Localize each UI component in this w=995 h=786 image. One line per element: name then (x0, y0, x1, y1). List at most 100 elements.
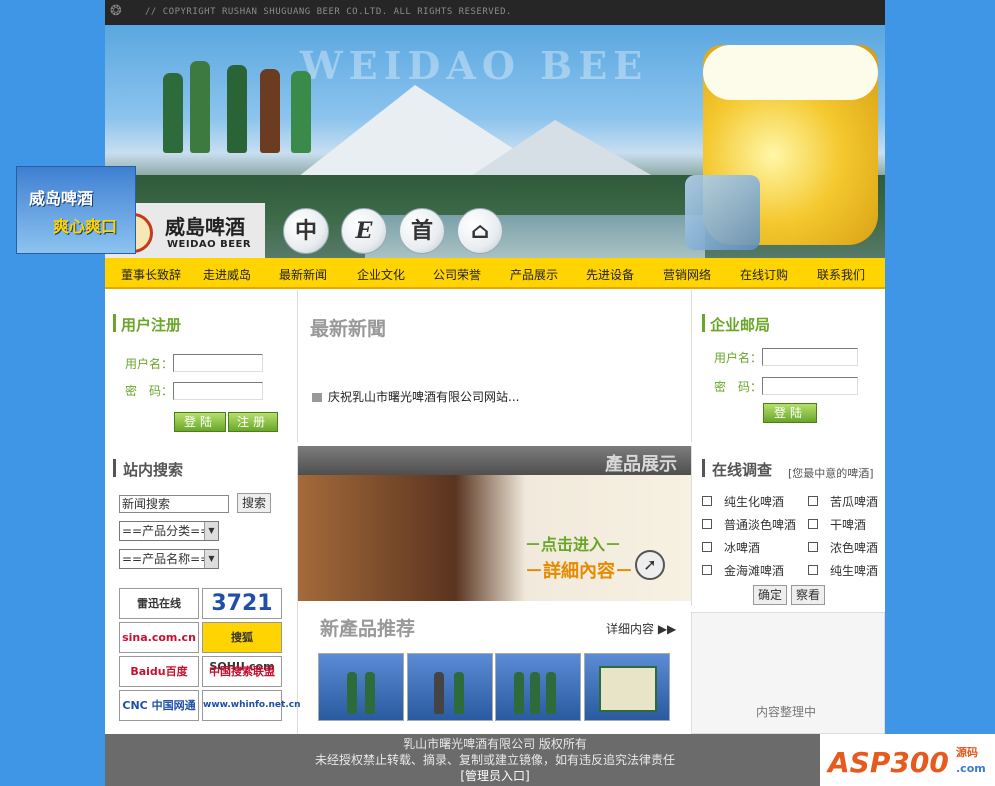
home-button[interactable]: 首 (399, 208, 445, 254)
bottle-image (514, 672, 524, 714)
speaker-icon (312, 393, 322, 402)
product-promo-image[interactable]: －点击进入－ －詳細內容－ ➚ (298, 475, 691, 601)
category-select-value: ==产品分类== (122, 524, 211, 538)
bottle-image (530, 672, 540, 714)
search-button[interactable]: 搜索 (237, 493, 271, 513)
survey-view-button[interactable]: 察看 (791, 585, 825, 605)
mail-password-input[interactable] (762, 377, 858, 395)
promo-cta-line1: －点击进入－ (525, 535, 622, 554)
banner-watermark: WEIDAO BEE (300, 43, 649, 88)
register-title: 用户注册 (121, 316, 182, 334)
brand-name-cn: 威島啤酒 (165, 215, 245, 239)
english-version-button[interactable]: E (341, 208, 387, 254)
product-name-select[interactable]: ==产品名称== ▼ (119, 549, 219, 569)
link-sina[interactable]: sina.com.cn (119, 622, 199, 653)
more-details-link[interactable]: 详细内容 ▶▶ (606, 620, 676, 637)
beer-case-image (599, 666, 657, 712)
arrow-right-icon[interactable]: ➚ (635, 550, 665, 580)
mail-username-input[interactable] (762, 348, 858, 366)
copyright-text: // COPYRIGHT RUSHAN SHUGUANG BEER CO.LTD… (145, 7, 512, 17)
link-leixun[interactable]: 雷迅在线 (119, 588, 199, 619)
chinese-version-button[interactable]: 中 (283, 208, 329, 254)
nav-honors[interactable]: 公司荣誉 (433, 266, 481, 283)
product-showcase[interactable]: 產品展示 －点击进入－ －詳細內容－ ➚ (298, 446, 691, 604)
title-accent (702, 459, 705, 477)
product-thumbnail[interactable] (318, 653, 404, 721)
watermark-main: ASP300 (828, 746, 949, 779)
mail-username-label: 用户名： (714, 351, 763, 365)
survey-checkbox[interactable] (808, 519, 818, 529)
register-panel: 用户注册 用户名： 密 码： 登陆 注册 (105, 290, 298, 442)
promo-cta-line2: －詳細內容－ (525, 561, 633, 582)
footer-copyright: 乳山市曙光啤酒有限公司 版权所有 (403, 737, 587, 751)
title-accent (113, 459, 116, 477)
brand-name-en: WEIDAO BEER (167, 239, 252, 250)
survey-option: 金海滩啤酒 (724, 564, 785, 578)
watermark-sub2: .com (956, 762, 986, 775)
product-showcase-header: 產品展示 (298, 446, 691, 475)
nav-news[interactable]: 最新新闻 (279, 266, 327, 283)
register-button[interactable]: 注册 (228, 412, 278, 432)
survey-confirm-button[interactable]: 确定 (753, 585, 787, 605)
category-select[interactable]: ==产品分类== ▼ (119, 521, 219, 541)
survey-checkbox[interactable] (702, 496, 712, 506)
survey-option: 纯生啤酒 (830, 564, 879, 578)
footer-notice: 未经授权禁止转载、摘录、复制或建立镜像，如有违反追究法律责任 (314, 753, 675, 767)
product-thumbnail[interactable] (584, 653, 670, 721)
search-input[interactable]: 新闻搜索 (119, 495, 229, 513)
password-input[interactable] (173, 382, 263, 400)
beer-bottle-image (227, 65, 247, 153)
asp300-watermark: ASP300 源码 .com (820, 734, 995, 786)
link-china-search[interactable]: 中国搜索联盟 (202, 656, 282, 687)
link-cnc[interactable]: CNC 中国网通 (119, 690, 199, 721)
username-input[interactable] (173, 354, 263, 372)
title-accent (113, 314, 116, 332)
survey-option: 冰啤酒 (724, 541, 761, 555)
nav-products[interactable]: 产品展示 (510, 266, 558, 283)
survey-panel: 在线调查 [您最中意的啤酒] 纯生化啤酒 苦瓜啤酒 普通淡色啤酒 干啤酒 冰啤酒… (691, 446, 885, 606)
survey-checkbox[interactable] (702, 565, 712, 575)
brand-mark-icon: ❂ (110, 3, 122, 19)
nav-chairman-speech[interactable]: 董事长致辞 (121, 266, 181, 283)
product-name-select-value: ==产品名称== (122, 552, 211, 566)
product-thumbnail[interactable] (495, 653, 581, 721)
survey-checkbox[interactable] (702, 542, 712, 552)
beer-bottle-image (190, 61, 210, 153)
admin-entry-link[interactable]: [管理员入口] (105, 768, 885, 784)
news-item-text[interactable]: 庆祝乳山市曙光啤酒有限公司网站... (328, 390, 519, 404)
login-button[interactable]: 登陆 (174, 412, 226, 432)
beer-bottle-image (163, 73, 183, 153)
bottle-image (365, 672, 375, 714)
mail-login-button[interactable]: 登陆 (763, 403, 817, 423)
top-strip: ❂ // COPYRIGHT RUSHAN SHUGUANG BEER CO.L… (105, 0, 885, 25)
product-thumbnail[interactable] (407, 653, 493, 721)
password-label: 密 码： (125, 384, 174, 398)
main-nav: 董事长致辞 走进威岛 最新新闻 企业文化 公司荣誉 产品展示 先进设备 营销网络… (105, 258, 885, 289)
home-house-icon[interactable]: ⌂ (457, 208, 503, 254)
nav-about[interactable]: 走进威岛 (203, 266, 251, 283)
title-accent (702, 314, 705, 332)
nav-equipment[interactable]: 先进设备 (586, 266, 634, 283)
ad-line2: 爽心爽口 (53, 217, 118, 236)
username-label: 用户名： (125, 357, 174, 371)
nav-contact[interactable]: 联系我们 (817, 266, 865, 283)
survey-checkbox[interactable] (702, 519, 712, 529)
beer-bottle-image (260, 69, 280, 153)
survey-checkbox[interactable] (808, 565, 818, 575)
new-products-title: 新產品推荐 (320, 618, 416, 640)
news-list-item[interactable]: 庆祝乳山市曙光啤酒有限公司网站... (312, 388, 519, 405)
floating-ad[interactable]: 威岛啤酒 爽心爽口 (16, 166, 136, 254)
header-banner: WEIDAO BEE 威島啤酒 WEIDAO BEER 中 E 首 ⌂ (105, 25, 885, 258)
link-baidu[interactable]: Baidu百度 (119, 656, 199, 687)
link-3721[interactable]: 3721 (202, 588, 282, 619)
nav-culture[interactable]: 企业文化 (357, 266, 405, 283)
beer-foam-image (703, 45, 878, 100)
survey-checkbox[interactable] (808, 542, 818, 552)
link-sohu[interactable]: 搜狐 SOHU.com (202, 622, 282, 673)
nav-order[interactable]: 在线订购 (740, 266, 788, 283)
survey-option: 干啤酒 (830, 518, 867, 532)
footer: 乳山市曙光啤酒有限公司 版权所有 未经授权禁止转载、摘录、复制或建立镜像，如有违… (105, 734, 885, 786)
nav-marketing[interactable]: 营销网络 (663, 266, 711, 283)
link-whinfo[interactable]: www.whinfo.net.cn (202, 690, 301, 721)
survey-checkbox[interactable] (808, 496, 818, 506)
